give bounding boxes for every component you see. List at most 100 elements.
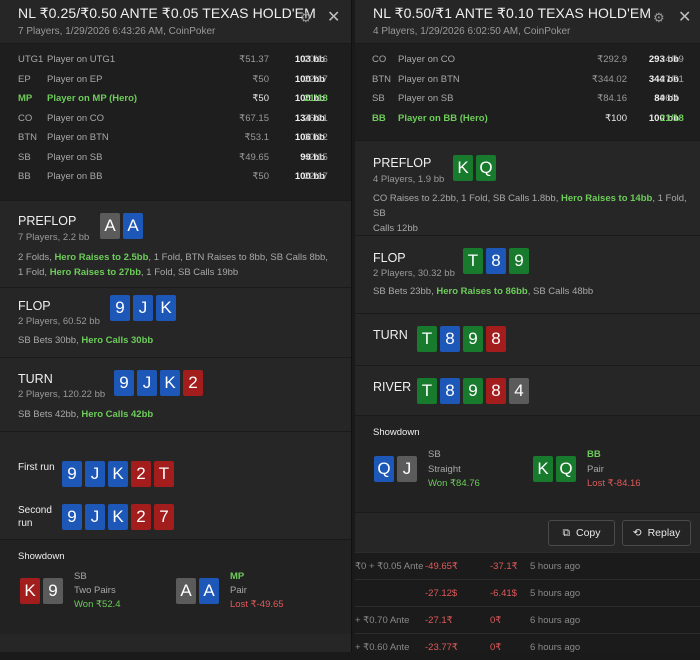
playing-card: K <box>453 155 473 181</box>
sd-result: Lost ₹-49.65 <box>230 599 284 610</box>
playing-card: A <box>199 578 219 604</box>
row-profit: -27.1₹ <box>425 615 453 626</box>
history-row[interactable]: + ₹0.60 Ante -23.77₹ 0₹ 6 hours ago <box>355 633 700 660</box>
row-stakes: + ₹0.70 Ante <box>355 615 410 626</box>
street-name: TURN <box>373 328 408 342</box>
street-flop: FLOP 2 Players, 30.32 bb T89 SB Bets 23b… <box>355 235 700 313</box>
playing-card: 4 <box>509 378 529 404</box>
panel-footer: ⧉ Copy ⟲ Replay <box>355 512 700 552</box>
playing-card: 9 <box>114 370 134 396</box>
player-row: MP Player on MP (Hero) ₹50 100 bb 21/18 <box>0 89 351 109</box>
sd-hand: Two Pairs <box>74 585 116 596</box>
sd-hand: Pair <box>230 585 247 596</box>
street-info: 4 Players, 1.9 bb <box>373 174 445 185</box>
row-stakes: ₹0 + ₹0.05 Ante <box>355 561 424 572</box>
showdown-sb: SB Straight Won ₹84.76 <box>428 448 480 492</box>
history-row[interactable]: -27.12$ -6.41$ 5 hours ago <box>355 579 700 606</box>
street-preflop: PREFLOP 7 Players, 2.2 bb AA 2 Folds, He… <box>0 200 351 287</box>
row-time: 6 hours ago <box>530 642 581 653</box>
player-row: BTN Player on BTN ₹53.1 106 bb 30/22 <box>0 128 351 148</box>
copy-icon: ⧉ <box>562 526 570 539</box>
street-name: TURN <box>18 372 53 386</box>
street-name: PREFLOP <box>373 156 432 170</box>
player-stack: ₹50 <box>252 93 269 104</box>
playing-card: 9 <box>62 461 82 487</box>
playing-card: A <box>100 213 120 239</box>
playing-card: 7 <box>154 504 174 530</box>
board-cards: T8984 <box>417 378 529 404</box>
gear-icon[interactable]: ⚙ <box>653 10 665 26</box>
history-row[interactable]: + ₹0.70 Ante -27.1₹ 0₹ 6 hours ago <box>355 606 700 633</box>
playing-card: J <box>85 461 105 487</box>
sd-hand: Pair <box>587 463 604 475</box>
player-name: Player on UTG1 <box>47 54 116 65</box>
player-position: UTG1 <box>18 54 44 65</box>
playing-card: K <box>160 370 180 396</box>
player-position: BB <box>18 171 31 182</box>
player-name: Player on SB <box>47 151 103 163</box>
player-stats: 22/17 <box>304 171 328 182</box>
second-run-label: Second run <box>18 505 52 529</box>
row-stakes: + ₹0.60 Ante <box>355 642 410 653</box>
street-info: 7 Players, 2.2 bb <box>18 232 90 243</box>
playing-card: A <box>123 213 143 239</box>
player-stats: 30/22 <box>304 132 328 143</box>
sd-result: Lost ₹-84.16 <box>587 478 641 489</box>
playing-card: K <box>108 461 128 487</box>
player-stats: 21/18 <box>660 112 684 124</box>
history-row[interactable]: ₹0 + ₹0.05 Ante -49.65₹ -37.1₹ 5 hours ago <box>355 552 700 579</box>
board-cards: T898 <box>417 326 506 352</box>
player-row: BB Player on BB ₹50 100 bb 22/17 <box>0 167 351 187</box>
second-run-cards: 9JK27 <box>62 504 174 530</box>
close-icon[interactable]: ✕ <box>327 7 340 27</box>
playing-card: Q <box>476 155 496 181</box>
row-ev-profit: 0₹ <box>490 642 502 653</box>
street-info: 2 Players, 120.22 bb <box>18 389 106 400</box>
player-name: Player on MP (Hero) <box>47 93 138 104</box>
street-actions: SB Bets 23bb, Hero Raises to 86bb, SB Ca… <box>373 286 594 297</box>
showdown-label: Showdown <box>373 427 420 438</box>
hand-history-panel-right: NL ₹0.50/₹1 ANTE ₹0.10 TEXAS HOLD'EM 4 P… <box>355 0 700 512</box>
street-actions: CO Raises to 2.2bb, 1 Fold, SB Calls 1.8… <box>373 193 687 234</box>
player-stats: 22/17 <box>304 73 328 85</box>
panel-header: NL ₹0.50/₹1 ANTE ₹0.10 TEXAS HOLD'EM 4 P… <box>355 0 700 44</box>
playing-card: 8 <box>440 326 460 352</box>
player-stats: 42/15 <box>304 151 328 163</box>
gear-icon[interactable]: ⚙ <box>300 10 312 26</box>
player-row: CO Player on CO ₹292.9 293 bb 24/19 <box>355 50 700 70</box>
playing-card: 2 <box>131 504 151 530</box>
player-name: Player on CO <box>47 112 105 124</box>
player-name: Player on BB (Hero) <box>398 112 488 124</box>
first-run-label: First run <box>18 462 55 473</box>
playing-card: 9 <box>110 295 130 321</box>
row-ev-profit: -6.41$ <box>490 588 517 599</box>
street-name: FLOP <box>18 299 51 313</box>
street-name: FLOP <box>373 251 406 265</box>
row-time: 5 hours ago <box>530 588 581 599</box>
player-row: BB Player on BB (Hero) ₹100 100 bb 21/18 <box>355 109 700 129</box>
player-stack: ₹67.15 <box>239 112 269 124</box>
hand-subtitle: 7 Players, 1/29/2026 6:43:26 AM, CoinPok… <box>18 26 216 37</box>
playing-card: 9 <box>463 378 483 404</box>
playing-card: 8 <box>486 248 506 274</box>
hand-history-panel-left: NL ₹0.25/₹0.50 ANTE ₹0.05 TEXAS HOLD'EM … <box>0 0 352 652</box>
replay-icon: ⟲ <box>632 527 642 539</box>
playing-card: T <box>417 378 437 404</box>
close-icon[interactable]: ✕ <box>678 7 691 27</box>
showdown-cards-mp: AA <box>176 578 219 604</box>
player-stats: 27/21 <box>660 73 684 85</box>
playing-card: T <box>417 326 437 352</box>
hole-cards: AA <box>100 213 143 239</box>
playing-card: 9 <box>43 578 63 604</box>
player-stats: 20/16 <box>304 54 328 65</box>
sd-result: Won ₹84.76 <box>428 478 480 489</box>
street-actions: SB Bets 42bb, Hero Calls 42bb <box>18 409 154 420</box>
player-stack: ₹84.16 <box>597 93 627 104</box>
runouts: First run 9JK2T Second run 9JK27 <box>0 431 351 539</box>
playing-card: J <box>397 456 417 482</box>
row-time: 6 hours ago <box>530 615 581 626</box>
sd-pos: BB <box>587 449 601 460</box>
sd-pos: SB <box>428 449 441 460</box>
copy-button[interactable]: ⧉ Copy <box>548 520 615 546</box>
replay-button[interactable]: ⟲ Replay <box>622 520 691 546</box>
